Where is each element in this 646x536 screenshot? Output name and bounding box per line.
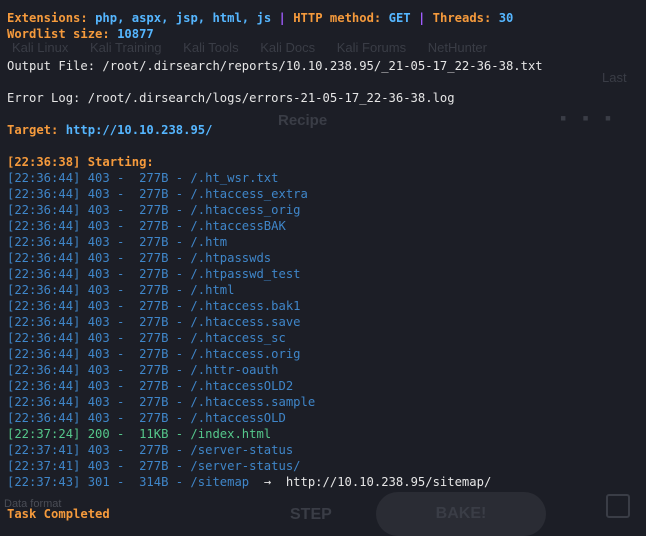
redirect-url[interactable]: http://10.10.238.95/sitemap/ xyxy=(286,475,491,489)
task-completed-line: Task Completed xyxy=(7,507,110,521)
bookmark-kali-tools: Kali Tools xyxy=(183,40,239,55)
result-entry: [22:36:44] 403 - 277B - /.htaccess.save xyxy=(7,315,301,329)
result-row: [22:36:44] 403 - 277B - /.htpasswd_test xyxy=(7,266,301,282)
http-method-label: HTTP method: xyxy=(293,11,382,25)
result-row: [22:36:44] 403 - 277B - /.htpasswds xyxy=(7,250,271,266)
result-entry: [22:36:44] 403 - 277B - /.htaccessBAK xyxy=(7,219,286,233)
bookmark-kali-docs: Kali Docs xyxy=(260,40,316,55)
result-row: [22:37:43] 301 - 314B - /sitemap → http:… xyxy=(7,474,491,490)
target-url[interactable]: http://10.10.238.95/ xyxy=(66,123,213,137)
output-file-line: Output File: /root/.dirsearch/reports/10… xyxy=(7,59,543,73)
bookmark-kali-training: Kali Training xyxy=(90,40,162,55)
bookmark-kali-forums: Kali Forums xyxy=(336,40,407,55)
result-row: [22:36:44] 403 - 277B - /.html xyxy=(7,282,234,298)
result-entry: [22:37:41] 403 - 277B - /server-status xyxy=(7,443,294,457)
result-entry: [22:37:43] 301 - 314B - /sitemap xyxy=(7,475,250,489)
result-entry: [22:37:24] 200 - 11KB - /index.html xyxy=(7,427,272,441)
result-row: [22:36:44] 403 - 277B - /.htm xyxy=(7,234,227,250)
bake-button-ghost: BAKE! xyxy=(376,492,546,536)
http-method-value: GET xyxy=(388,11,411,25)
result-row: [22:36:44] 403 - 277B - /.htaccessOLD2 xyxy=(7,378,293,394)
result-row: [22:37:41] 403 - 277B - /server-status/ xyxy=(7,458,301,474)
redirect-arrow-icon: → xyxy=(249,475,286,489)
result-entry: [22:36:44] 403 - 277B - /.httr-oauth xyxy=(7,363,279,377)
threads-value: 30 xyxy=(498,11,514,25)
bookmark-nethunter: NetHunter xyxy=(427,40,487,55)
result-entry: [22:36:44] 403 - 277B - /.htaccessOLD xyxy=(7,411,286,425)
wordlist-label: Wordlist size: xyxy=(7,27,110,41)
result-row: [22:37:41] 403 - 277B - /server-status xyxy=(7,442,293,458)
result-row: [22:36:44] 403 - 277B - /.htaccessBAK xyxy=(7,218,286,234)
result-row: [22:36:44] 403 - 277B - /.ht_wsr.txt xyxy=(7,170,279,186)
result-row: [22:36:44] 403 - 277B - /.htaccess_sc xyxy=(7,330,286,346)
result-row: [22:36:44] 403 - 277B - /.httr-oauth xyxy=(7,362,279,378)
trash-icon: ▪ xyxy=(604,108,628,128)
result-entry: [22:36:44] 403 - 277B - /.ht_wsr.txt xyxy=(7,171,279,185)
result-entry: [22:36:44] 403 - 277B - /.htaccess.bak1 xyxy=(7,299,301,313)
result-entry: [22:36:44] 403 - 277B - /.htaccess.orig xyxy=(7,347,301,361)
result-entry: [22:36:44] 403 - 277B - /.htaccessOLD2 xyxy=(7,379,294,393)
bookmarks-bar-ghost: Kali Linux Kali Training Kali Tools Kali… xyxy=(12,40,505,55)
extensions-label: Extensions: xyxy=(7,11,88,25)
recipe-title-ghost: Recipe xyxy=(278,112,328,129)
result-entry: [22:36:44] 403 - 277B - /.htaccess_extra xyxy=(7,187,308,201)
result-row: [22:37:24] 200 - 11KB - /index.html xyxy=(7,426,271,442)
result-row: [22:36:44] 403 - 277B - /.htaccess.save xyxy=(7,314,301,330)
threads-label: Threads: xyxy=(432,11,492,25)
folder-icon: ▪ xyxy=(582,108,605,128)
header-config-line: Extensions: php, aspx, jsp, html, js | H… xyxy=(7,10,513,26)
result-row: [22:36:44] 403 - 277B - /.htaccess.orig xyxy=(7,346,301,362)
result-entry: [22:36:44] 403 - 277B - /.htaccess_orig xyxy=(7,203,301,217)
result-row: [22:36:44] 403 - 277B - /.htaccess_orig xyxy=(7,202,301,218)
terminal-window[interactable]: Kali Linux Kali Training Kali Tools Kali… xyxy=(0,0,646,536)
save-icon: ▪ xyxy=(560,108,583,128)
result-entry: [22:36:44] 403 - 277B - /.html xyxy=(7,283,235,297)
bookmark-kali-linux: Kali Linux xyxy=(12,40,69,55)
checkbox-ghost xyxy=(606,494,630,518)
result-entry: [22:36:44] 403 - 277B - /.htpasswds xyxy=(7,251,272,265)
result-entry: [22:36:44] 403 - 277B - /.htaccess.sampl… xyxy=(7,395,316,409)
result-entry: [22:36:44] 403 - 277B - /.htm xyxy=(7,235,228,249)
separator: | xyxy=(417,11,426,25)
step-button-ghost: STEP xyxy=(290,506,332,523)
result-row: [22:36:44] 403 - 277B - /.htaccess.bak1 xyxy=(7,298,301,314)
starting-line: [22:36:38] Starting: xyxy=(7,155,154,169)
result-entry: [22:36:44] 403 - 277B - /.htaccess_sc xyxy=(7,331,286,345)
wordlist-line: Wordlist size: 10877 xyxy=(7,26,154,42)
wordlist-value: 10877 xyxy=(117,27,154,41)
separator: | xyxy=(278,11,286,25)
last-label-ghost: Last xyxy=(602,70,627,85)
recipe-tools-ghost: ▪▪▪ xyxy=(560,108,627,129)
result-row: [22:36:44] 403 - 277B - /.htaccess_extra xyxy=(7,186,308,202)
extensions-value: php, aspx, jsp, html, js xyxy=(95,11,272,25)
error-log-line: Error Log: /root/.dirsearch/logs/errors-… xyxy=(7,91,455,105)
result-entry: [22:36:44] 403 - 277B - /.htpasswd_test xyxy=(7,267,301,281)
result-row: [22:36:44] 403 - 277B - /.htaccess.sampl… xyxy=(7,394,315,410)
result-row: [22:36:44] 403 - 277B - /.htaccessOLD xyxy=(7,410,286,426)
result-entry: [22:37:41] 403 - 277B - /server-status/ xyxy=(7,459,301,473)
target-line: Target: http://10.10.238.95/ xyxy=(7,122,212,138)
target-label: Target: xyxy=(7,123,59,137)
